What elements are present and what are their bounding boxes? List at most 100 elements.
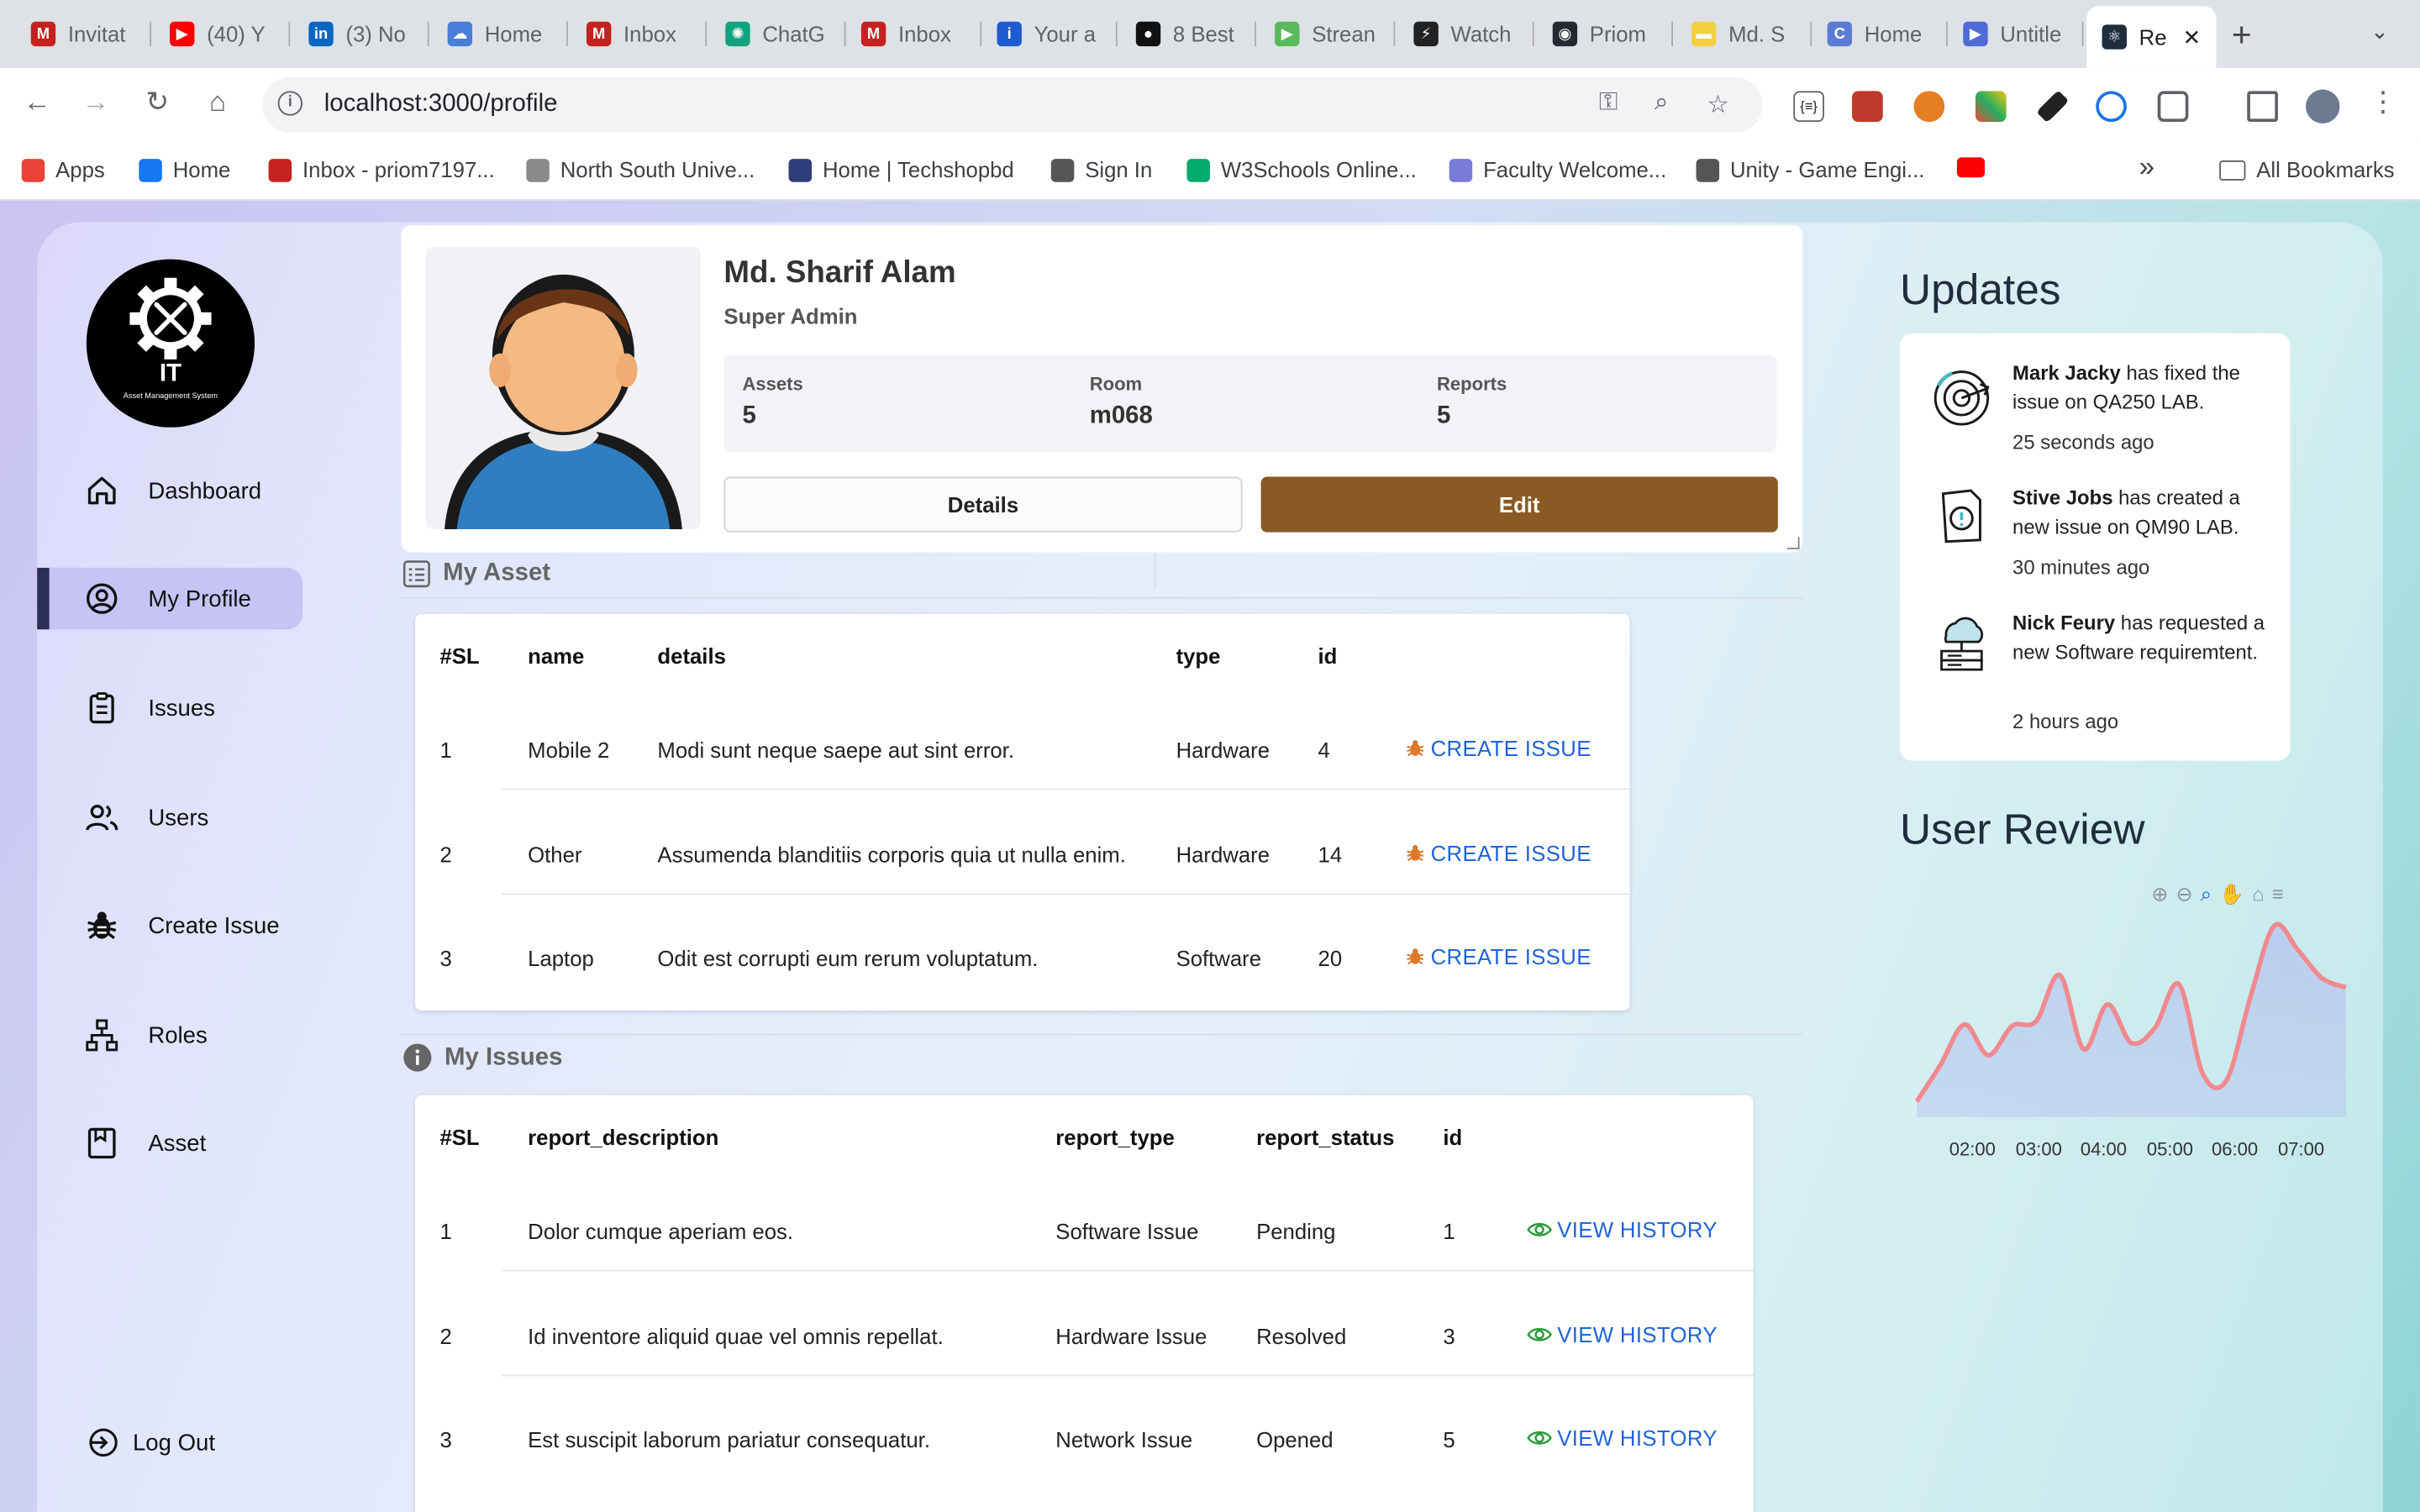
sidebar-item-dashboard[interactable]: Dashboard xyxy=(37,459,302,521)
action-label: VIEW HISTORY xyxy=(1557,1321,1718,1347)
sidebar-item-roles[interactable]: Roles xyxy=(37,1005,302,1066)
tab-close-icon[interactable]: ✕ xyxy=(2183,24,2202,50)
site-info-icon[interactable]: i xyxy=(277,91,302,116)
browser-tab[interactable]: M Inbox xyxy=(846,11,982,57)
bookmark-favicon-icon xyxy=(1050,158,1075,181)
url-text[interactable]: localhost:3000/profile xyxy=(324,91,558,118)
create-issue-button[interactable]: CREATE ISSUE xyxy=(1404,840,1591,864)
profile-role: Super Admin xyxy=(723,303,858,329)
more-menu-icon[interactable]: ⋮ xyxy=(2365,87,2402,119)
extension-icon[interactable] xyxy=(1913,91,1945,123)
browser-tab[interactable]: ▬ Md. S xyxy=(1676,11,1812,57)
edit-button[interactable]: Edit xyxy=(1260,476,1778,533)
table-cell: 20 xyxy=(1318,945,1343,971)
browser-tab[interactable]: ● 8 Best xyxy=(1120,11,1257,57)
view-history-button[interactable]: VIEW HISTORY xyxy=(1526,1217,1718,1242)
bookmark-star-icon[interactable]: ☆ xyxy=(1707,90,1728,121)
browser-tab[interactable]: ▶ (40) Y xyxy=(155,11,291,57)
bug-icon xyxy=(1407,948,1424,965)
extension-icon[interactable] xyxy=(2096,91,2127,123)
view-history-button[interactable]: VIEW HISTORY xyxy=(1526,1425,1718,1450)
hierarchy-icon xyxy=(86,1019,118,1052)
bookmark-label: Home | Techshopbd xyxy=(822,157,1014,182)
new-tab-button[interactable]: + xyxy=(2232,15,2252,55)
create-issue-button[interactable]: CREATE ISSUE xyxy=(1404,944,1591,969)
bookmark-favicon-icon xyxy=(1956,157,1985,178)
bookmark-item[interactable]: Unity - Game Engi... xyxy=(1696,157,1924,182)
browser-tab[interactable]: ⚡ Watch xyxy=(1398,11,1534,57)
view-history-button[interactable]: VIEW HISTORY xyxy=(1526,1321,1718,1347)
browser-tab[interactable]: ☁ Home xyxy=(432,11,568,57)
tab-title: ChatG xyxy=(762,21,825,47)
address-bar[interactable]: i localhost:3000/profile ⚿ ⌕ ☆ xyxy=(262,76,1763,133)
apps-bookmark[interactable]: Apps xyxy=(21,157,105,182)
resize-handle-icon[interactable] xyxy=(1786,537,1800,549)
tab-title: 8 Best xyxy=(1172,21,1234,47)
zoom-icon[interactable]: ⌕ xyxy=(1655,90,1668,118)
table-cell: 2 xyxy=(439,841,452,867)
x-tick-label: 05:00 xyxy=(2147,1139,2193,1160)
logout-label: Log Out xyxy=(132,1429,215,1456)
browser-tab[interactable]: C Home xyxy=(1812,11,1948,57)
browser-tab[interactable]: ▶ Untitle xyxy=(1948,11,2084,57)
sidebar-item-my-profile[interactable]: My Profile xyxy=(37,567,302,630)
user-review-title: User Review xyxy=(1899,805,2145,853)
bookmark-item[interactable]: Faculty Welcome... xyxy=(1449,157,1666,182)
browser-tab[interactable]: i Your a xyxy=(981,11,1118,57)
home-icon xyxy=(87,476,116,505)
sidebar-item-issues[interactable]: Issues xyxy=(37,677,302,738)
table-cell: 2 xyxy=(439,1322,452,1348)
stat-assets: Assets 5 xyxy=(742,373,802,430)
all-bookmarks[interactable]: All Bookmarks xyxy=(2219,157,2395,182)
bookmark-item[interactable]: North South Unive... xyxy=(526,157,755,182)
bookmark-favicon-icon xyxy=(1449,158,1473,181)
bookmark-item[interactable]: Home | Techshopbd xyxy=(788,157,1014,182)
profile-name: Md. Sharif Alam xyxy=(723,255,956,291)
user-review-chart: 02:00 03:00 04:00 05:00 06:00 07:00 xyxy=(1914,921,2347,1160)
bookmark-item[interactable]: Home xyxy=(139,157,230,182)
tab-separator xyxy=(566,21,568,47)
browser-tab[interactable]: M Invitat xyxy=(15,11,151,57)
tab-search-icon[interactable]: ⌄ xyxy=(2370,18,2389,45)
back-icon[interactable]: ← xyxy=(18,87,55,119)
bookmark-item[interactable]: Sign In xyxy=(1050,157,1152,182)
browser-tab[interactable]: ⚛ Re ✕ xyxy=(2086,6,2217,68)
column-header: id xyxy=(1443,1124,1463,1150)
details-button[interactable]: Details xyxy=(723,476,1243,533)
create-issue-button[interactable]: CREATE ISSUE xyxy=(1404,736,1591,760)
bookmark-item[interactable] xyxy=(1956,157,1985,178)
tab-title: Md. S xyxy=(1728,21,1786,47)
password-key-icon[interactable]: ⚿ xyxy=(1599,90,1618,118)
puzzle-icon[interactable] xyxy=(2157,91,2189,123)
home-icon[interactable]: ⌂ xyxy=(199,87,236,119)
table-cell: Assumenda blanditiis corporis quia ut nu… xyxy=(657,841,1126,867)
browser-tab[interactable]: in (3) No xyxy=(293,11,429,57)
sidebar-item-asset[interactable]: Asset xyxy=(37,1112,302,1173)
stat-label: Room xyxy=(1089,373,1143,396)
browser-tab[interactable]: ✺ ChatG xyxy=(710,11,846,57)
tab-favicon-icon: ▬ xyxy=(1691,21,1717,47)
update-user: Nick Feury xyxy=(2012,611,2116,634)
sidebar-item-create-issue[interactable]: Create Issue xyxy=(37,895,302,956)
eyedropper-icon[interactable] xyxy=(2036,90,2070,123)
reload-icon[interactable]: ↻ xyxy=(139,87,176,119)
tab-favicon-icon: ⚛ xyxy=(2102,24,2127,50)
tab-favicon-icon: ▶ xyxy=(1275,21,1300,47)
browser-tab[interactable]: ◉ Priom xyxy=(1537,11,1673,57)
browser-tab[interactable]: ▶ Strean xyxy=(1260,11,1396,57)
bookmark-item[interactable]: Inbox - priom7197... xyxy=(268,157,495,182)
profile-avatar[interactable] xyxy=(2306,89,2340,123)
forward-icon[interactable]: → xyxy=(77,87,114,119)
sidebar-item-users[interactable]: Users xyxy=(37,787,302,848)
extension-icon[interactable] xyxy=(1975,91,2007,123)
json-extension-icon[interactable]: {≡} xyxy=(1793,91,1824,123)
more-bookmarks-icon[interactable]: » xyxy=(2139,151,2154,184)
bookmark-item[interactable]: W3Schools Online... xyxy=(1186,157,1417,182)
sidepanel-icon[interactable] xyxy=(2247,91,2278,123)
x-tick-label: 02:00 xyxy=(1949,1139,1996,1160)
browser-tab[interactable]: M Inbox xyxy=(571,11,708,57)
bug-icon xyxy=(1407,844,1424,861)
tab-title: Inbox xyxy=(623,21,676,47)
logout-button[interactable]: Log Out xyxy=(87,1425,215,1459)
extension-icon[interactable] xyxy=(1852,91,1883,123)
